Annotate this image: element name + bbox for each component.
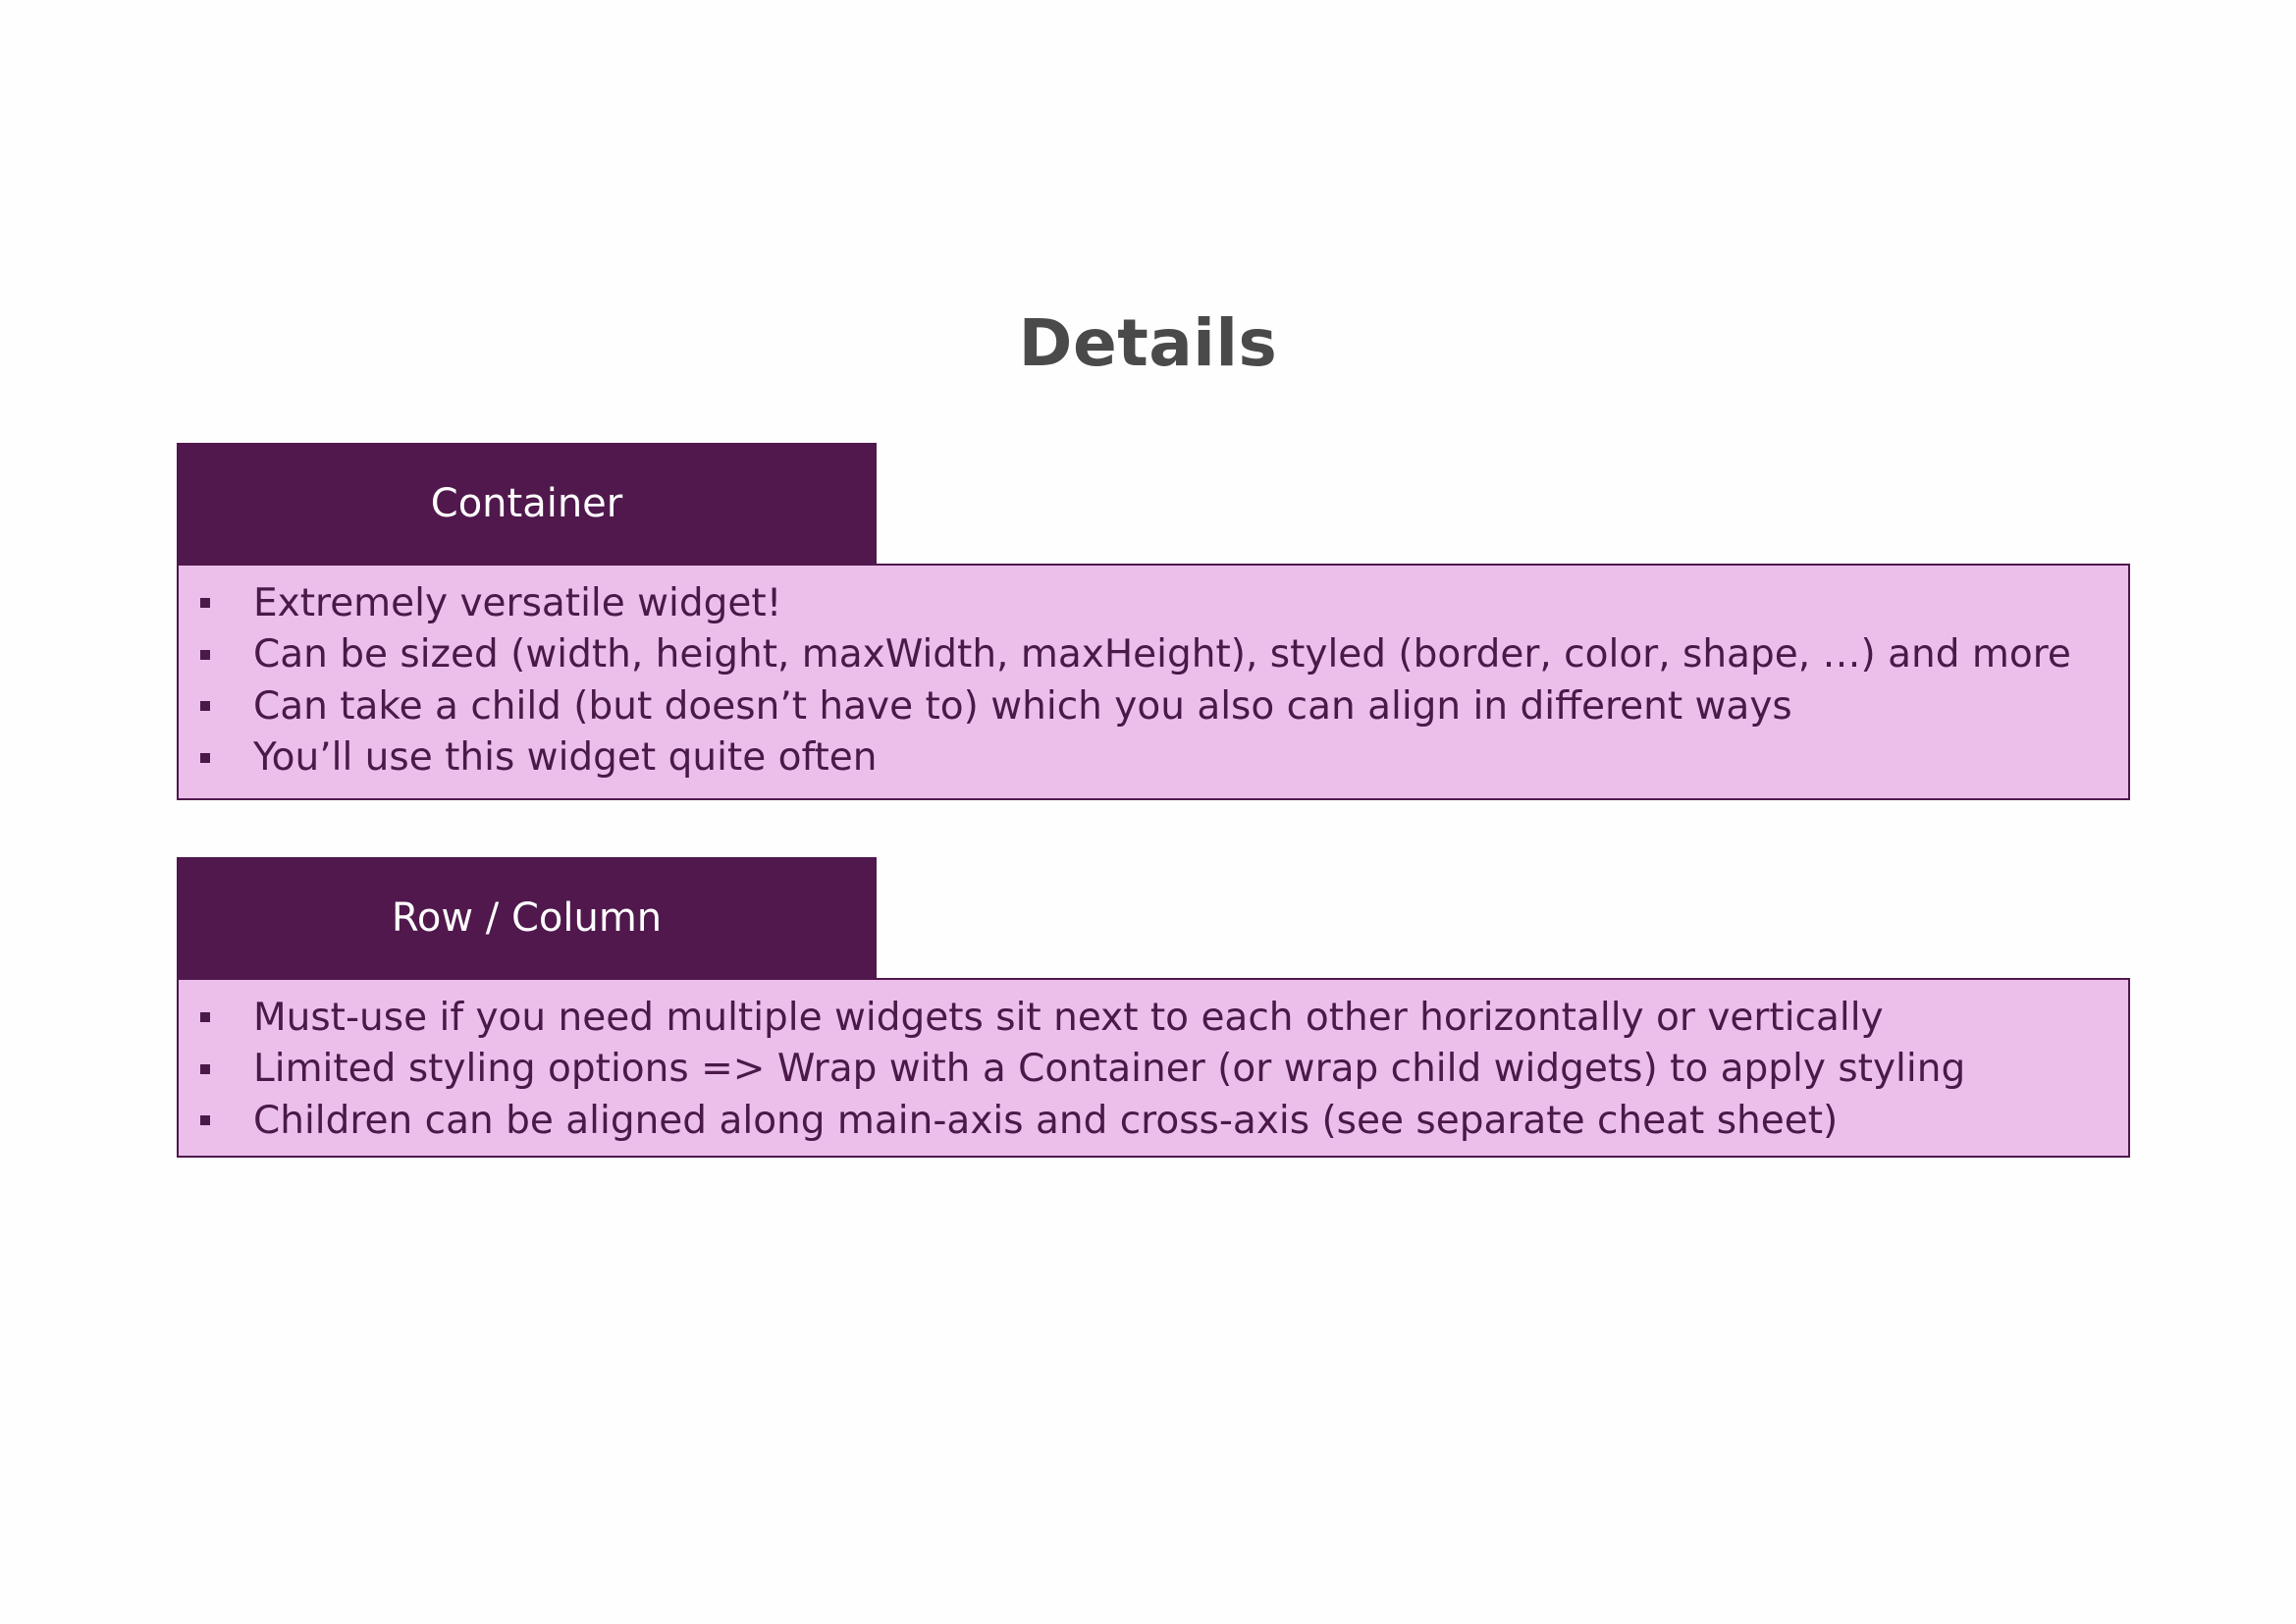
- list-item-text: Limited styling options => Wrap with a C…: [253, 1047, 1966, 1092]
- bullet-list: Extremely versatile widget! Can be sized…: [200, 577, 2118, 784]
- section-header-row-column: Row / Column: [177, 857, 877, 978]
- square-bullet-icon: [200, 1115, 210, 1126]
- section-body-container: Extremely versatile widget! Can be sized…: [177, 564, 2130, 800]
- list-item: Can be sized (width, height, maxWidth, m…: [200, 629, 2118, 681]
- square-bullet-icon: [200, 649, 210, 660]
- section-body-row-column: Must-use if you need multiple widgets si…: [177, 978, 2130, 1158]
- list-item-text: Extremely versatile widget!: [253, 580, 782, 625]
- list-item: Children can be aligned along main-axis …: [200, 1095, 2118, 1147]
- section-container: Container Extremely versatile widget! Ca…: [177, 443, 2130, 800]
- list-item-text: Children can be aligned along main-axis …: [253, 1098, 1839, 1143]
- list-item: Extremely versatile widget!: [200, 577, 2118, 629]
- list-item-text: Can take a child (but doesn’t have to) w…: [253, 683, 1792, 729]
- section-row-column: Row / Column Must-use if you need multip…: [177, 857, 2130, 1158]
- square-bullet-icon: [200, 598, 210, 609]
- square-bullet-icon: [200, 701, 210, 712]
- list-item-text: Must-use if you need multiple widgets si…: [253, 995, 1884, 1040]
- square-bullet-icon: [200, 1063, 210, 1074]
- list-item: Can take a child (but doesn’t have to) w…: [200, 680, 2118, 732]
- list-item: You’ll use this widget quite often: [200, 732, 2118, 785]
- list-item-text: You’ll use this widget quite often: [253, 735, 878, 781]
- square-bullet-icon: [200, 1012, 210, 1023]
- list-item: Limited styling options => Wrap with a C…: [200, 1044, 2118, 1096]
- list-item-text: Can be sized (width, height, maxWidth, m…: [253, 632, 2071, 677]
- section-header-container: Container: [177, 443, 877, 564]
- list-item: Must-use if you need multiple widgets si…: [200, 992, 2118, 1044]
- page-title: Details: [1018, 305, 1278, 381]
- bullet-list: Must-use if you need multiple widgets si…: [200, 992, 2118, 1147]
- square-bullet-icon: [200, 752, 210, 763]
